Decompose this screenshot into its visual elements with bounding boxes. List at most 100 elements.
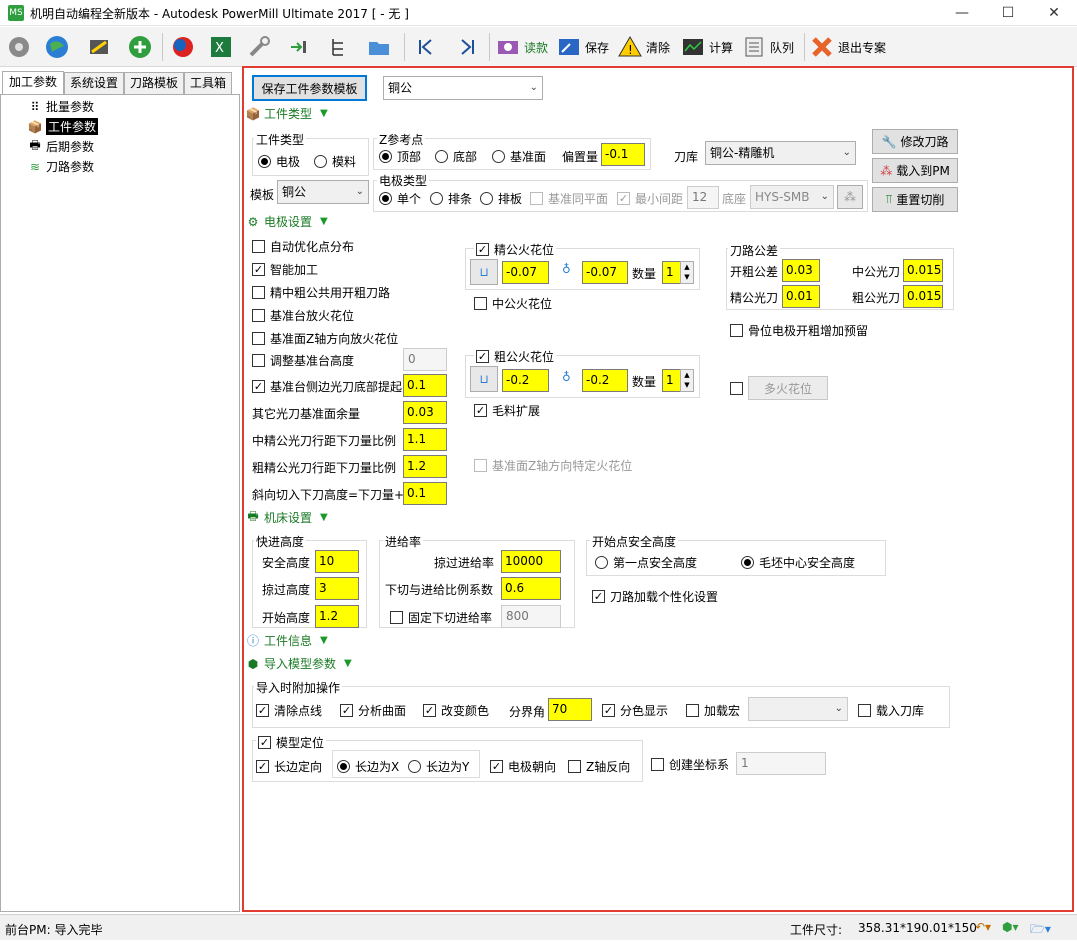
rough-spark-input-2[interactable]: -0.2 (582, 369, 628, 392)
radio-long-x[interactable]: 长边为X (337, 758, 399, 775)
checkbox-mid-spark[interactable]: 中公火花位 (474, 295, 552, 312)
compute-button[interactable]: 计算 (680, 32, 733, 62)
tree-item-post[interactable]: 🖶 后期参数 (27, 138, 94, 155)
checkbox-adjust-base[interactable]: 调整基准台高度 (252, 352, 354, 369)
rough-count-spinner[interactable]: ▲ ▼ (680, 369, 694, 392)
offset-input[interactable]: -0.1 (601, 143, 645, 166)
checkbox-z-reverse[interactable]: Z轴反向 (568, 758, 630, 775)
checkbox-recolor[interactable]: ✓ 改变颜色 (423, 702, 489, 719)
radio-long-y[interactable]: 长边为Y (408, 758, 469, 775)
maximize-button[interactable]: ☐ (985, 0, 1031, 26)
excel-tool[interactable]: X (208, 32, 234, 62)
checkbox-model-orient[interactable]: ✓ 模型定位 (256, 734, 327, 751)
tol-open-rough-input[interactable]: 0.03 (782, 259, 820, 282)
radio-etype-plate[interactable]: 排板 (480, 190, 522, 207)
first-tool[interactable] (412, 32, 438, 62)
skim-height-input[interactable]: 3 (315, 577, 359, 600)
modify-path-button[interactable]: 🔧 修改刀路 (872, 129, 958, 154)
other-allow-input[interactable]: 0.03 (403, 401, 447, 424)
fixed-plunge-input[interactable]: 800 (501, 605, 561, 628)
base-side-lift-input[interactable]: 0.1 (403, 374, 447, 397)
fine-tool-button[interactable]: ⊔ (470, 259, 498, 285)
reset-cut-button[interactable]: ⫪ 重置切削 (872, 187, 958, 212)
section-import-model[interactable]: ⬢ 导入模型参数 ▼ (246, 655, 352, 672)
checkbox-load-lib[interactable]: 载入刀库 (858, 702, 924, 719)
section-machine[interactable]: 🖶 机床设置 ▼ (246, 509, 327, 526)
checkbox-long-side[interactable]: ✓ 长边定向 (256, 758, 322, 775)
checkbox-smart[interactable]: ✓ 智能加工 (252, 261, 318, 278)
safe-height-input[interactable]: 10 (315, 550, 359, 573)
radio-first-point[interactable]: 第一点安全高度 (595, 554, 697, 571)
exit-button[interactable]: 退出专案 (809, 32, 886, 62)
checkbox-personal[interactable]: ✓ 刀路加载个性化设置 (592, 588, 718, 605)
tab-machining[interactable]: 加工参数 (2, 71, 64, 95)
read-button[interactable]: 读款 (495, 32, 548, 62)
ramp-input[interactable]: 0.1 (403, 482, 447, 505)
checkbox-clear-lines[interactable]: ✓ 清除点线 (256, 702, 322, 719)
checkbox-base-z-spark[interactable]: 基准面Z轴方向放火花位 (252, 330, 398, 347)
skim-feed-input[interactable]: 10000 (501, 550, 561, 573)
save-button[interactable]: 保存 (556, 32, 609, 62)
tree-item-workpiece[interactable]: 📦 工件参数 (27, 118, 99, 135)
rough-count-input[interactable]: 1 (662, 369, 682, 392)
fine-count-spinner[interactable]: ▲ ▼ (680, 261, 694, 284)
cs-input[interactable]: 1 (736, 752, 826, 775)
radio-blank-center[interactable]: 毛坯中心安全高度 (741, 554, 855, 571)
section-electrode[interactable]: ⚙ 电极设置 ▼ (246, 213, 328, 230)
section-workpiece-type[interactable]: 📦 工件类型 ▼ (246, 105, 328, 122)
last-tool[interactable] (455, 32, 481, 62)
plunge-ratio-input[interactable]: 0.6 (501, 577, 561, 600)
globe-tool[interactable] (44, 32, 70, 62)
rough-tool-button[interactable]: ⊔ (470, 366, 498, 392)
min-gap-input[interactable]: 12 (687, 186, 719, 209)
radio-electrode[interactable]: 电极 (258, 153, 300, 170)
tol-mid-finish-input[interactable]: 0.015 (903, 259, 943, 282)
checkbox-load-macro[interactable]: 加载宏 (686, 702, 740, 719)
clear-button[interactable]: ! 清除 (617, 32, 670, 62)
checkbox-base-plane[interactable]: 基准同平面 (530, 190, 608, 207)
multi-spark-button[interactable]: 多火花位 (748, 376, 828, 400)
rough-ratio-input[interactable]: 1.2 (403, 455, 447, 478)
template-select[interactable]: 铜公 ⌄ (277, 180, 369, 204)
radio-z-top[interactable]: 顶部 (379, 148, 421, 165)
checkbox-fine-spark[interactable]: ✓ 精公火花位 (474, 241, 557, 258)
checkbox-electrode-dir[interactable]: ✓ 电极朝向 (490, 758, 556, 775)
pattern-button[interactable]: ⁂ (837, 185, 863, 209)
close-button[interactable]: ✕ (1031, 0, 1077, 26)
template-combo[interactable]: 铜公 ⌄ (383, 76, 543, 100)
checkbox-auto-opt[interactable]: 自动优化点分布 (252, 238, 354, 255)
start-height-input[interactable]: 1.2 (315, 605, 359, 628)
checkbox-create-cs[interactable]: 创建坐标系 (651, 756, 729, 773)
folder-small-icon[interactable]: 🗁▾ (1030, 920, 1051, 941)
library-select[interactable]: 铜公-精雕机 ⌄ (705, 141, 856, 165)
wrench-tool[interactable] (246, 32, 272, 62)
minimize-button[interactable]: — (939, 0, 985, 26)
radio-z-bottom[interactable]: 底部 (435, 148, 477, 165)
checkbox-bone-reserve[interactable]: 骨位电极开粗增加预留 (730, 322, 868, 339)
mid-ratio-input[interactable]: 1.1 (403, 428, 447, 451)
adjust-base-input[interactable]: 0 (403, 348, 447, 371)
radio-z-base[interactable]: 基准面 (492, 148, 546, 165)
macro-select[interactable]: ⌄ (748, 697, 848, 721)
checkbox-share-rough[interactable]: 精中粗公共用开粗刀路 (252, 284, 390, 301)
radio-etype-single[interactable]: 单个 (379, 190, 421, 207)
checkbox-multi-spark[interactable] (730, 382, 743, 395)
queue-button[interactable]: 队列 (741, 32, 794, 62)
tree-tool[interactable] (326, 32, 352, 62)
tab-system[interactable]: 系统设置 (64, 72, 124, 94)
undo-icon[interactable]: ↶▾ (975, 920, 991, 934)
checkbox-analyze[interactable]: ✓ 分析曲面 (340, 702, 406, 719)
radio-blank[interactable]: 模料 (314, 153, 356, 170)
checkbox-blank-expand[interactable]: ✓ 毛料扩展 (474, 402, 540, 419)
radio-etype-row[interactable]: 排条 (430, 190, 472, 207)
settings-tool[interactable] (6, 32, 32, 62)
powermill-tool[interactable] (170, 32, 196, 62)
load-pm-button[interactable]: ⁂ 载入到PM (872, 158, 958, 183)
tab-toolbox[interactable]: 工具箱 (184, 72, 232, 94)
fine-spark-input-2[interactable]: -0.07 (582, 261, 628, 284)
folder-tool[interactable] (366, 32, 392, 62)
fine-count-input[interactable]: 1 (662, 261, 682, 284)
fine-spark-input-1[interactable]: -0.07 (502, 261, 549, 284)
tree-item-toolpath[interactable]: ≋ 刀路参数 (27, 158, 94, 175)
checkbox-color-show[interactable]: ✓ 分色显示 (602, 702, 668, 719)
